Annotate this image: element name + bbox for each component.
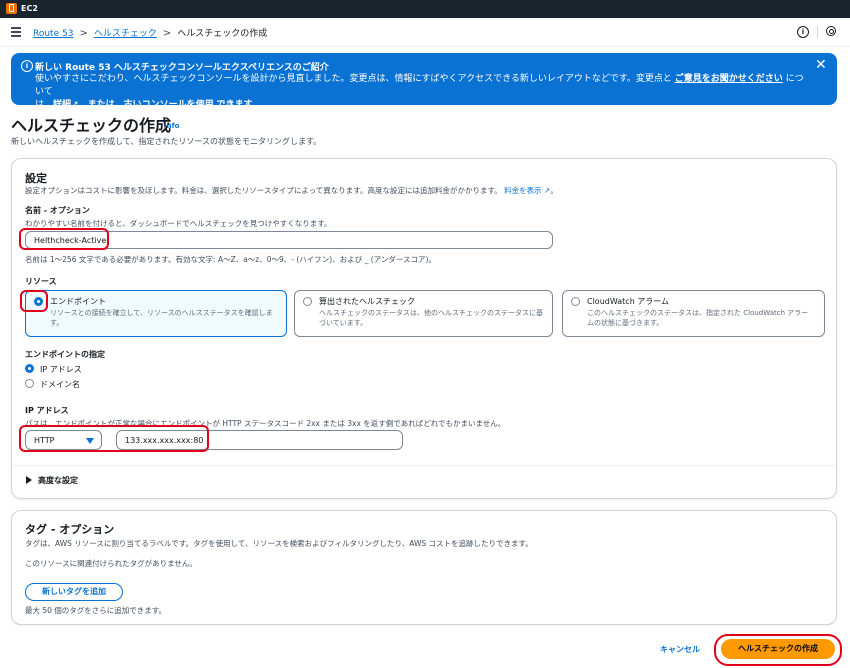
tile-title: 算出されたヘルスチェック	[319, 297, 415, 306]
resource-tile-cloudwatch[interactable]: CloudWatch アラーム このヘルスチェックのステータスは、指定された C…	[562, 290, 825, 337]
tags-limit: 最大 50 個のタグをさらに追加できます。	[25, 606, 167, 615]
endpoint-spec-label: エンドポイントの指定	[25, 350, 105, 359]
divider	[13, 465, 835, 466]
ip-label: IP アドレス	[25, 406, 69, 415]
protocol-value: HTTP	[34, 436, 55, 445]
close-icon[interactable]: ✕	[815, 57, 827, 73]
settings-icon[interactable]	[826, 26, 836, 36]
page-title: ヘルスチェックの作成	[11, 116, 172, 135]
external-link-icon: ↗	[71, 100, 79, 110]
settings-container: 設定 設定オプションはコストに影響を及ぼします。料金は、選択したリソースタイプに…	[11, 158, 837, 499]
banner-text: できます。	[216, 100, 261, 110]
info-banner: i 新しい Route 53 ヘルスチェックコンソールエクスペリエンスのご紹介 …	[11, 53, 837, 110]
banner-text: は、	[35, 100, 54, 110]
banner-body: 使いやすさにこだわり、ヘルスチェックコンソールを設計から見直しました。変更点は、…	[35, 73, 805, 112]
resource-tile-endpoint[interactable]: エンドポイント リソースとの接続を確立して、リソースのヘルスステータスを確認しま…	[25, 290, 287, 337]
top-bar: EC2	[0, 0, 850, 18]
add-tag-button[interactable]: 新しいタグを追加	[25, 583, 123, 601]
radio-domain-name[interactable]	[25, 379, 34, 388]
breadcrumb-healthchecks[interactable]: ヘルスチェック	[94, 29, 157, 39]
banner-info-icon: i	[21, 60, 33, 72]
name-hint: わかりやすい名前を付けると、ダッシュボードでヘルスチェックを見つけやすくなります…	[25, 219, 332, 228]
menu-icon[interactable]	[11, 27, 21, 37]
breadcrumb-current: ヘルスチェックの作成	[177, 29, 268, 39]
tags-container: タグ - オプション タグは、AWS リソースに割り当てるラベルです。タグを使用…	[11, 510, 837, 625]
settings-description: 設定オプションはコストに影響を及ぼします。料金は、選択したリソースタイプによって…	[25, 186, 558, 195]
advanced-settings-toggle[interactable]: 高度な設定	[38, 475, 78, 486]
protocol-select[interactable]: HTTP	[25, 430, 102, 450]
breadcrumb: Route 53 > ヘルスチェック > ヘルスチェックの作成	[33, 26, 267, 39]
banner-text: 使いやすさにこだわり、ヘルスチェックコンソールを設計から見直しました。変更点は、…	[35, 74, 672, 84]
banner-text: 。または、	[78, 100, 124, 110]
settings-header: 設定	[25, 172, 47, 185]
app-title: EC2	[21, 4, 38, 13]
divider	[817, 26, 818, 38]
caret-right-icon[interactable]	[26, 476, 32, 484]
feedback-link[interactable]: ご意見をお聞かせください	[675, 74, 783, 84]
ip-address-input[interactable]: 133.xxx.xxx.xxx:80	[116, 430, 403, 450]
create-healthcheck-button[interactable]: ヘルスチェックの作成	[721, 639, 835, 659]
cancel-button[interactable]: キャンセル	[660, 644, 700, 655]
tile-title: CloudWatch アラーム	[587, 297, 670, 306]
tile-desc: リソースとの接続を確立して、リソースのヘルスステータスを確認します。	[50, 309, 273, 327]
ec2-logo-icon	[6, 3, 17, 14]
ip-hint: パスは、エンドポイントが正常な場合にエンドポイントが HTTP ステータスコード…	[25, 419, 506, 428]
details-link[interactable]: 詳細	[53, 100, 71, 110]
radio-endpoint[interactable]	[34, 297, 43, 306]
name-label: 名前 - オプション	[25, 206, 90, 215]
breadcrumb-bar: Route 53 > ヘルスチェック > ヘルスチェックの作成 i	[0, 18, 850, 47]
old-console-link[interactable]: 古いコンソールを使用	[124, 100, 214, 110]
name-constraint: 名前は 1～256 文字である必要があります。有効な文字: A～Z、a～z、0～…	[25, 255, 436, 264]
banner-title: 新しい Route 53 ヘルスチェックコンソールエクスペリエンスのご紹介	[35, 63, 329, 73]
name-input[interactable]: Helthcheck-Active	[25, 231, 553, 249]
chevron-down-icon	[86, 438, 94, 444]
breadcrumb-sep: >	[79, 28, 88, 39]
page-description: 新しいヘルスチェックを作成して、指定されたリソースの状態をモニタリングします。	[11, 137, 322, 146]
info-link[interactable]: Info	[164, 122, 179, 130]
radio-calculated[interactable]	[303, 297, 312, 306]
tags-header: タグ - オプション	[25, 523, 115, 536]
radio-domain-label: ドメイン名	[40, 380, 80, 389]
info-icon[interactable]: i	[797, 26, 809, 38]
tile-desc: ヘルスチェックのステータスは、他のヘルスチェックのステータスに基づいています。	[319, 309, 543, 327]
radio-ip-address[interactable]	[25, 364, 34, 373]
radio-cloudwatch[interactable]	[571, 297, 580, 306]
resource-label: リソース	[25, 277, 57, 286]
radio-ip-label: IP アドレス	[40, 365, 82, 374]
pricing-link[interactable]: 料金を表示	[504, 186, 542, 195]
tags-description: タグは、AWS リソースに割り当てるラベルです。タグを使用して、リソースを検索お…	[25, 539, 533, 548]
external-link-icon: ↗	[541, 186, 551, 195]
tile-title: エンドポイント	[50, 297, 106, 306]
breadcrumb-route53[interactable]: Route 53	[33, 29, 73, 39]
resource-tile-calculated[interactable]: 算出されたヘルスチェック ヘルスチェックのステータスは、他のヘルスチェックのステ…	[294, 290, 553, 337]
tags-empty: このリソースに関連付けられたタグがありません。	[25, 559, 197, 568]
breadcrumb-sep: >	[162, 28, 172, 39]
tile-desc: このヘルスチェックのステータスは、指定された CloudWatch アラームの状…	[587, 309, 809, 327]
